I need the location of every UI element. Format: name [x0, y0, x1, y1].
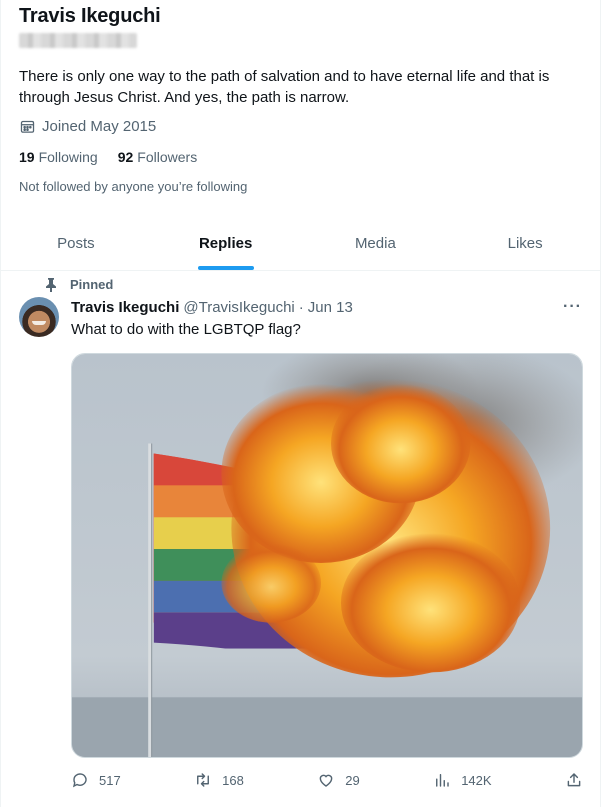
- not-followed-note: Not followed by anyone you’re following: [19, 179, 248, 194]
- views-icon: [436, 774, 449, 787]
- tweet-author[interactable]: Travis Ikeguchi: [71, 299, 179, 316]
- followers-label: Followers: [137, 149, 198, 165]
- redacted-handle: [19, 33, 137, 48]
- more-options-button[interactable]: ···: [563, 298, 582, 316]
- profile-name: Travis Ikeguchi: [19, 5, 161, 27]
- tab-posts[interactable]: Posts: [1, 216, 151, 270]
- following-link[interactable]: 19 Following: [19, 149, 98, 165]
- tweet-actions: 517 168 29 142K: [71, 771, 583, 789]
- tab-replies[interactable]: Replies: [151, 216, 301, 270]
- tweet-date[interactable]: Jun 13: [308, 299, 353, 316]
- profile-bio: There is only one way to the path of sal…: [19, 68, 550, 106]
- burning-flag-image: [72, 354, 582, 757]
- tweet-handle[interactable]: @TravisIkeguchi: [183, 299, 294, 316]
- tweet-separator: ·: [298, 299, 304, 316]
- views-button[interactable]: 142K: [433, 771, 492, 789]
- profile-page: Travis Ikeguchi There is only one way to…: [0, 0, 601, 807]
- joined-label: Joined May 2015: [42, 118, 157, 135]
- followers-link[interactable]: 92 Followers: [118, 149, 197, 165]
- profile-tabs: Posts Replies Media Likes: [1, 216, 600, 271]
- repost-button[interactable]: 168: [194, 771, 244, 789]
- like-button[interactable]: 29: [317, 771, 360, 789]
- like-count: 29: [345, 772, 360, 788]
- tweet-header: Travis Ikeguchi @TravisIkeguchi · Jun 13: [71, 299, 353, 316]
- avatar[interactable]: [19, 297, 59, 337]
- tweet-text: What to do with the LGBTQP flag?: [71, 321, 301, 338]
- heart-icon: [319, 774, 333, 787]
- pin-icon: [46, 277, 56, 292]
- follow-stats: 19 Following 92 Followers: [19, 149, 197, 165]
- tweet-image[interactable]: [71, 353, 583, 758]
- tab-media[interactable]: Media: [301, 216, 451, 270]
- joined-date: Joined May 2015: [19, 118, 156, 135]
- reply-icon: [72, 773, 87, 788]
- calendar-icon: [20, 120, 35, 133]
- share-icon: [567, 773, 581, 787]
- following-label: Following: [38, 149, 98, 165]
- views-count: 142K: [461, 772, 492, 788]
- reply-count: 517: [99, 772, 121, 788]
- followers-count: 92: [117, 149, 134, 165]
- reply-button[interactable]: 517: [71, 771, 121, 789]
- pinned-label: Pinned: [70, 277, 114, 292]
- share-button[interactable]: [565, 771, 583, 789]
- following-count: 19: [19, 149, 35, 165]
- repost-icon: [197, 773, 210, 787]
- tab-likes[interactable]: Likes: [450, 216, 600, 270]
- pinned-indicator: Pinned: [45, 277, 113, 292]
- repost-count: 168: [222, 772, 244, 788]
